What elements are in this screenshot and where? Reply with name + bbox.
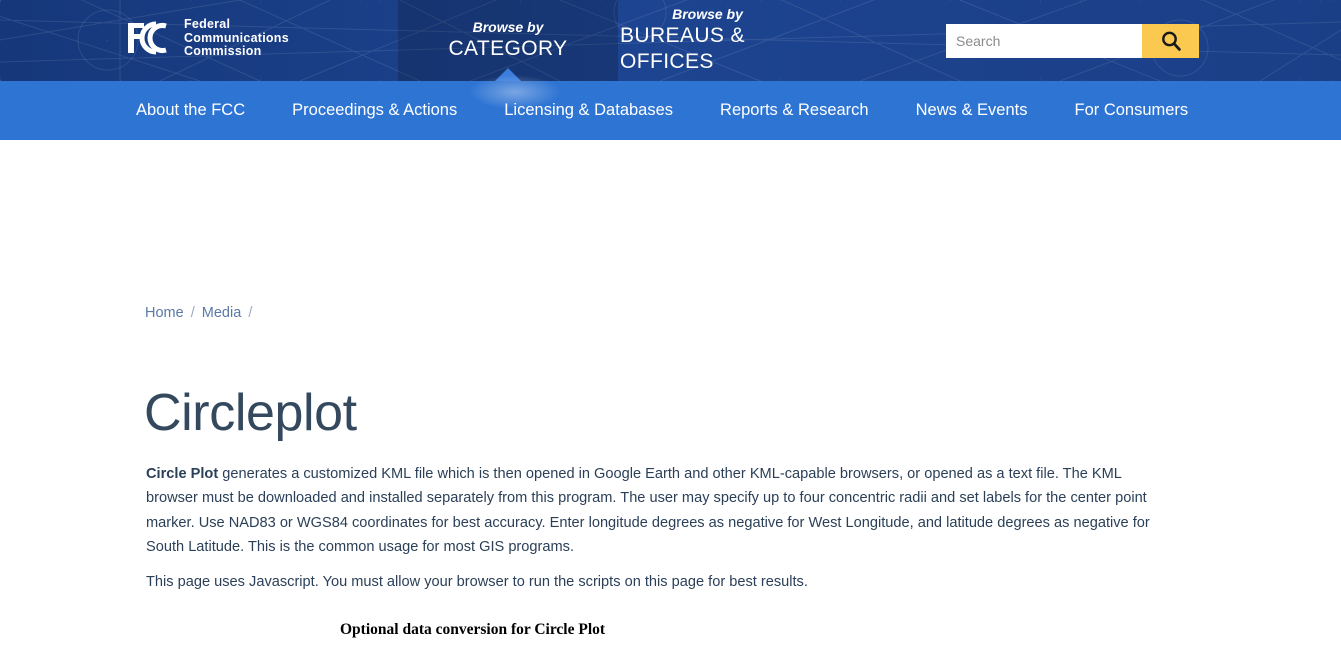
browse-category-label: CATEGORY [448,37,568,60]
intro-body-text: generates a customized KML file which is… [146,465,1150,556]
browse-category-eyebrow: Browse by [472,19,544,35]
nav-item-for-consumers[interactable]: For Consumers [1074,101,1235,120]
nav-item-proceedings-actions[interactable]: Proceedings & Actions [292,101,504,120]
breadcrumb: Home / Media / [145,305,255,321]
search-submit-button[interactable] [1142,24,1199,58]
browse-by-category-tab[interactable]: Browse by CATEGORY [398,0,618,81]
breadcrumb-separator-1: / [190,305,195,321]
fcc-logo-icon [128,21,167,55]
breadcrumb-item-home[interactable]: Home [145,305,184,321]
browse-bureaus-label: BUREAUS & OFFICES [620,24,745,73]
intro-paragraph: Circle Plot generates a customized KML f… [146,462,1166,560]
agency-line-1: Federal [184,17,231,31]
page-title: Circleplot [144,383,357,442]
agency-line-3: Commission [184,44,262,58]
browse-by-bureaus-tab[interactable]: Browse by BUREAUS & OFFICES [620,0,795,81]
nav-item-news-events[interactable]: News & Events [916,101,1075,120]
fcc-logo-wordmark: Federal Communications Commission [184,17,289,59]
active-tab-pointer-icon [495,68,521,81]
search-icon [1161,31,1181,51]
conversion-form-heading: Optional data conversion for Circle Plot [340,621,606,638]
browse-bureaus-eyebrow: Browse by [672,6,743,22]
nav-items-list: About the FCC Proceedings & Actions Lice… [136,81,1235,140]
breadcrumb-separator-2: / [248,305,253,321]
nav-item-about-the-fcc[interactable]: About the FCC [136,101,292,120]
nav-item-reports-research[interactable]: Reports & Research [720,101,916,120]
intro-lead-text: Circle Plot [146,465,219,482]
primary-navigation: About the FCC Proceedings & Actions Lice… [0,75,1341,140]
site-masthead: Federal Communications Commission Browse… [0,0,1341,81]
breadcrumb-item-media[interactable]: Media [202,305,242,321]
search-input[interactable] [946,24,1142,58]
site-search [946,24,1199,58]
agency-line-2: Communications [184,30,289,45]
fcc-logo-link[interactable]: Federal Communications Commission [126,17,289,59]
javascript-notice: This page uses Javascript. You must allo… [146,573,808,590]
nav-item-licensing-databases[interactable]: Licensing & Databases [504,101,720,120]
